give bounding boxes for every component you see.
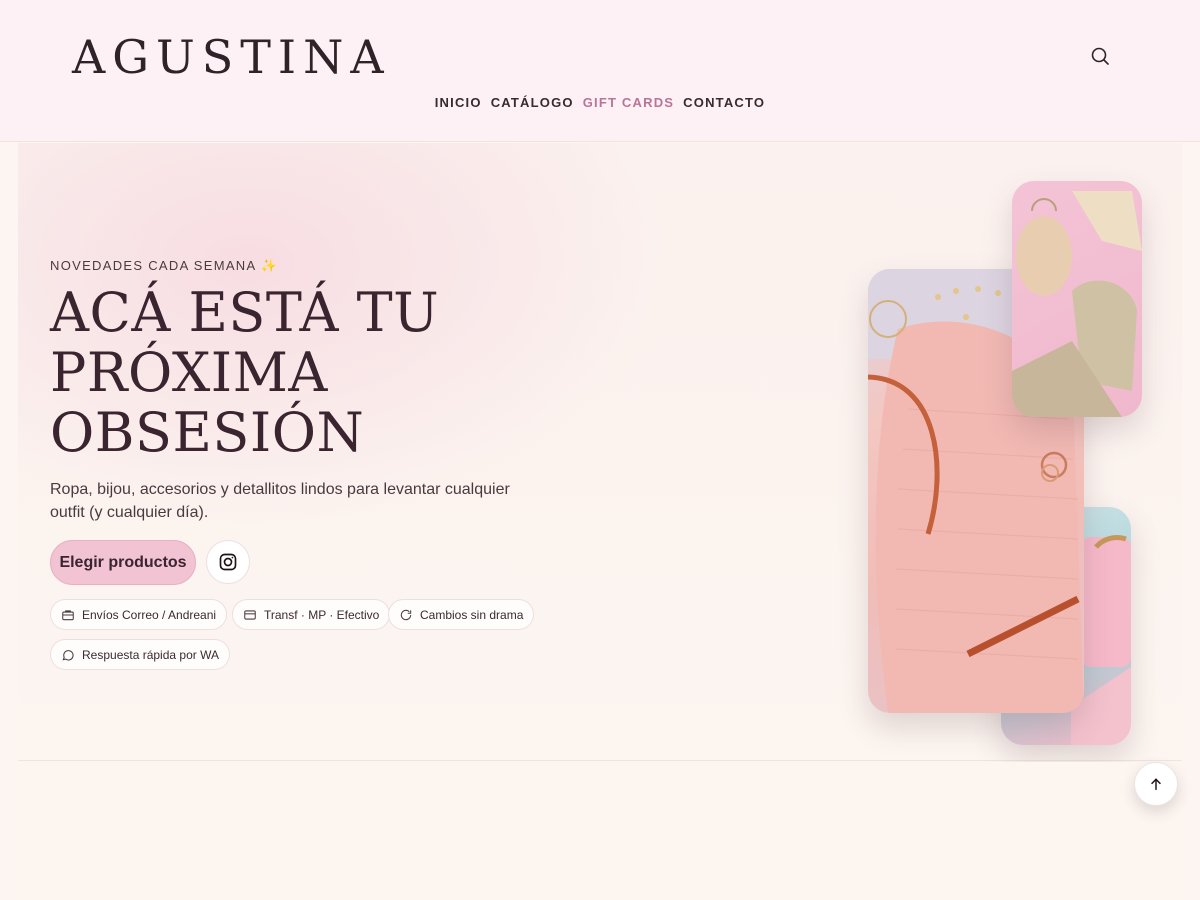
scroll-to-top-button[interactable] [1134,762,1178,806]
chip-label: Envíos Correo / Andreani [82,607,217,622]
chip-label: Respuesta rápida por WA [82,647,219,662]
chip-payment: Transf · MP · Efectivo [232,599,391,630]
brand-logo[interactable]: AGUSTINA [72,30,391,84]
nav-item-inicio[interactable]: INICIO [435,95,482,110]
sparkles-icon: ✨ [260,258,278,273]
chip-whatsapp: Respuesta rápida por WA [50,639,230,670]
chat-icon [62,649,74,660]
refresh-icon [400,609,412,620]
card-icon [244,609,256,620]
headline-line-2: PRÓXIMA [50,341,328,404]
chip-label: Cambios sin drama [420,607,524,622]
lower-section [18,762,1182,900]
hero-section: NOVEDADES CADA SEMANA ✨ ACÁ ESTÁ TU PRÓXI… [18,143,1182,761]
nav-item-gift-cards[interactable]: GIFT CARDS [583,95,674,110]
site-header: AGUSTINA INICIO CATÁLOGO GIFT CARDS CONT… [0,0,1200,142]
product-image-bags [1012,181,1142,417]
instagram-button[interactable] [206,540,250,584]
arrow-up-icon [1151,778,1161,791]
search-icon[interactable] [1088,44,1112,68]
box-icon [62,609,74,620]
chip-shipping: Envíos Correo / Andreani [50,599,228,630]
hero-headline: ACÁ ESTÁ TU PRÓXIMA OBSESIÓN [50,283,550,463]
nav-item-catalogo[interactable]: CATÁLOGO [491,95,574,110]
nav-item-contacto[interactable]: CONTACTO [683,95,765,110]
hero-subtext: Ropa, bijou, accesorios y detallitos lin… [50,481,510,521]
hero-eyebrow: NOVEDADES CADA SEMANA ✨ [50,258,278,274]
instagram-icon [219,553,237,571]
main-nav: INICIO CATÁLOGO GIFT CARDS CONTACTO [0,95,1200,110]
chip-exchanges: Cambios sin drama [388,599,535,630]
eyebrow-text: NOVEDADES CADA SEMANA [50,258,257,273]
headline-line-3: OBSESIÓN [50,401,365,464]
headline-line-1: ACÁ ESTÁ TU [50,281,440,344]
choose-products-button[interactable]: Elegir productos [50,540,196,585]
chip-label: Transf · MP · Efectivo [264,607,380,622]
